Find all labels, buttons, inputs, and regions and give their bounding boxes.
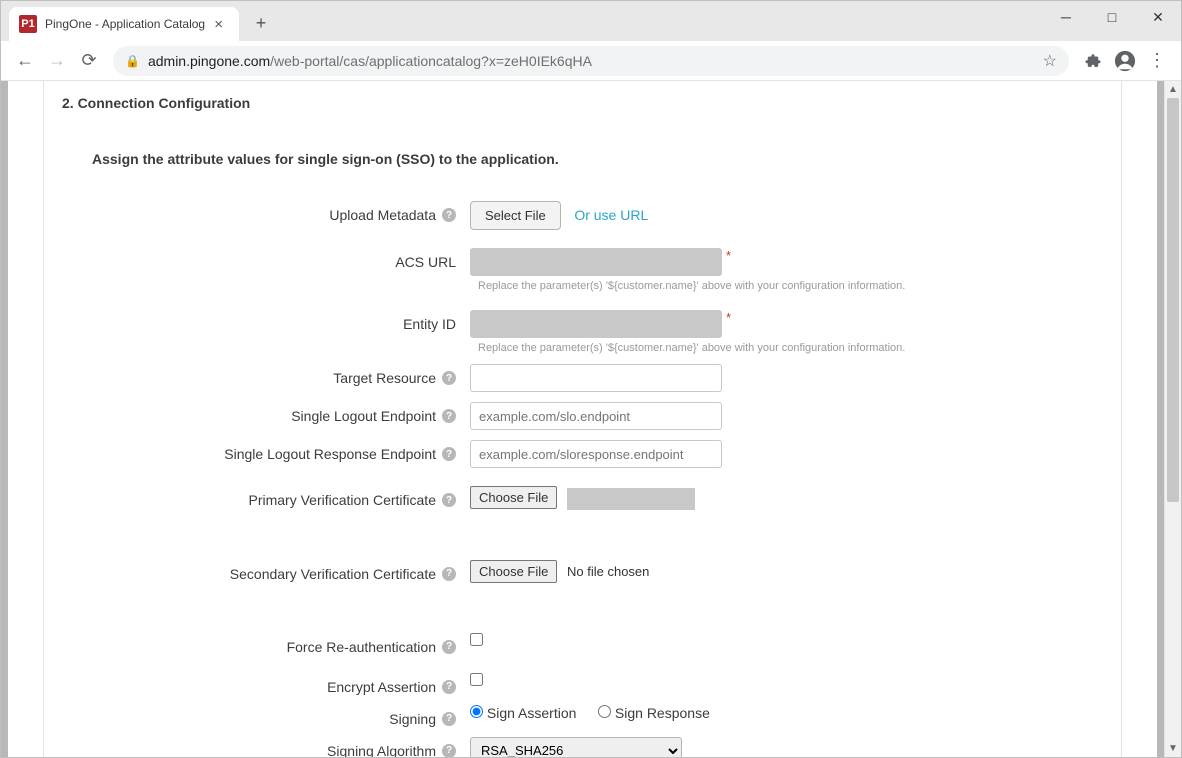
- reload-button[interactable]: ⟳: [73, 45, 105, 77]
- section-lead: Assign the attribute values for single s…: [44, 111, 1121, 201]
- section-title: 2. Connection Configuration: [44, 81, 1121, 111]
- favicon-pingone: P1: [19, 15, 37, 33]
- help-icon[interactable]: ?: [442, 371, 456, 385]
- new-tab-button[interactable]: +: [247, 9, 275, 37]
- label-target-resource: Target Resource: [333, 370, 436, 386]
- primary-cert-filename: [567, 488, 695, 510]
- label-slo-response-endpoint: Single Logout Response Endpoint: [224, 446, 436, 462]
- select-file-button[interactable]: Select File: [470, 201, 561, 230]
- entity-id-hint: Replace the parameter(s) '${customer.nam…: [478, 342, 1121, 354]
- label-encrypt-assertion: Encrypt Assertion: [327, 679, 436, 695]
- help-icon[interactable]: ?: [442, 447, 456, 461]
- extensions-icon[interactable]: [1077, 45, 1109, 77]
- required-marker: *: [726, 310, 731, 325]
- slo-endpoint-input[interactable]: [470, 402, 722, 430]
- label-entity-id: Entity ID: [403, 316, 456, 332]
- address-bar[interactable]: 🔒 admin.pingone.com/web-portal/cas/appli…: [113, 46, 1069, 76]
- encrypt-assertion-checkbox[interactable]: [470, 673, 483, 686]
- secondary-cert-nofile: No file chosen: [567, 564, 649, 579]
- help-icon[interactable]: ?: [442, 744, 456, 757]
- label-upload-metadata: Upload Metadata: [329, 207, 436, 223]
- browser-titlebar: P1 PingOne - Application Catalog × + ─ □…: [1, 1, 1181, 41]
- help-icon[interactable]: ?: [442, 409, 456, 423]
- back-button[interactable]: ←: [9, 45, 41, 77]
- label-acs-url: ACS URL: [395, 254, 456, 270]
- help-icon[interactable]: ?: [442, 640, 456, 654]
- slo-response-endpoint-input[interactable]: [470, 440, 722, 468]
- help-icon[interactable]: ?: [442, 208, 456, 222]
- browser-tab[interactable]: P1 PingOne - Application Catalog ×: [9, 7, 239, 41]
- label-force-reauth: Force Re-authentication: [287, 639, 436, 655]
- scroll-up-arrow-icon[interactable]: ▲: [1165, 81, 1181, 98]
- acs-url-input[interactable]: [470, 248, 722, 276]
- vertical-scrollbar[interactable]: ▲ ▼: [1164, 81, 1181, 757]
- close-tab-icon[interactable]: ×: [210, 16, 227, 33]
- help-icon[interactable]: ?: [442, 493, 456, 507]
- lock-icon: 🔒: [125, 54, 140, 68]
- bookmark-star-icon[interactable]: ☆: [1043, 51, 1057, 71]
- required-marker: *: [726, 248, 731, 263]
- label-signing: Signing: [389, 711, 436, 727]
- label-slo-endpoint: Single Logout Endpoint: [291, 408, 436, 424]
- window-maximize-button[interactable]: □: [1089, 1, 1135, 33]
- help-icon[interactable]: ?: [442, 680, 456, 694]
- signing-algorithm-select[interactable]: RSA_SHA256: [470, 737, 682, 757]
- choose-file-secondary-button[interactable]: Choose File: [470, 560, 557, 583]
- sign-response-radio[interactable]: [598, 705, 611, 718]
- tab-title: PingOne - Application Catalog: [45, 17, 210, 31]
- help-icon[interactable]: ?: [442, 567, 456, 581]
- use-url-link[interactable]: Or use URL: [574, 207, 648, 223]
- target-resource-input[interactable]: [470, 364, 722, 392]
- window-close-button[interactable]: ✕: [1135, 1, 1181, 33]
- scrollbar-track[interactable]: [1165, 98, 1181, 740]
- label-primary-cert: Primary Verification Certificate: [248, 492, 436, 508]
- url-text: admin.pingone.com/web-portal/cas/applica…: [148, 53, 592, 69]
- label-secondary-cert: Secondary Verification Certificate: [230, 566, 436, 582]
- help-icon[interactable]: ?: [442, 712, 456, 726]
- profile-avatar-icon[interactable]: [1109, 45, 1141, 77]
- page-content: 2. Connection Configuration Assign the a…: [1, 81, 1164, 757]
- acs-url-hint: Replace the parameter(s) '${customer.nam…: [478, 280, 1121, 292]
- window-minimize-button[interactable]: ─: [1043, 1, 1089, 33]
- forward-button[interactable]: →: [41, 45, 73, 77]
- choose-file-primary-button[interactable]: Choose File: [470, 486, 557, 509]
- force-reauth-checkbox[interactable]: [470, 633, 483, 646]
- scroll-down-arrow-icon[interactable]: ▼: [1165, 740, 1181, 757]
- kebab-menu-icon[interactable]: ⋮: [1141, 45, 1173, 77]
- sign-response-option[interactable]: Sign Response: [598, 705, 710, 721]
- label-signing-algo: Signing Algorithm: [327, 743, 436, 757]
- browser-toolbar: ← → ⟳ 🔒 admin.pingone.com/web-portal/cas…: [1, 41, 1181, 81]
- scrollbar-thumb[interactable]: [1167, 98, 1179, 502]
- entity-id-input[interactable]: [470, 310, 722, 338]
- sign-assertion-radio[interactable]: [470, 705, 483, 718]
- sign-assertion-option[interactable]: Sign Assertion: [470, 705, 576, 721]
